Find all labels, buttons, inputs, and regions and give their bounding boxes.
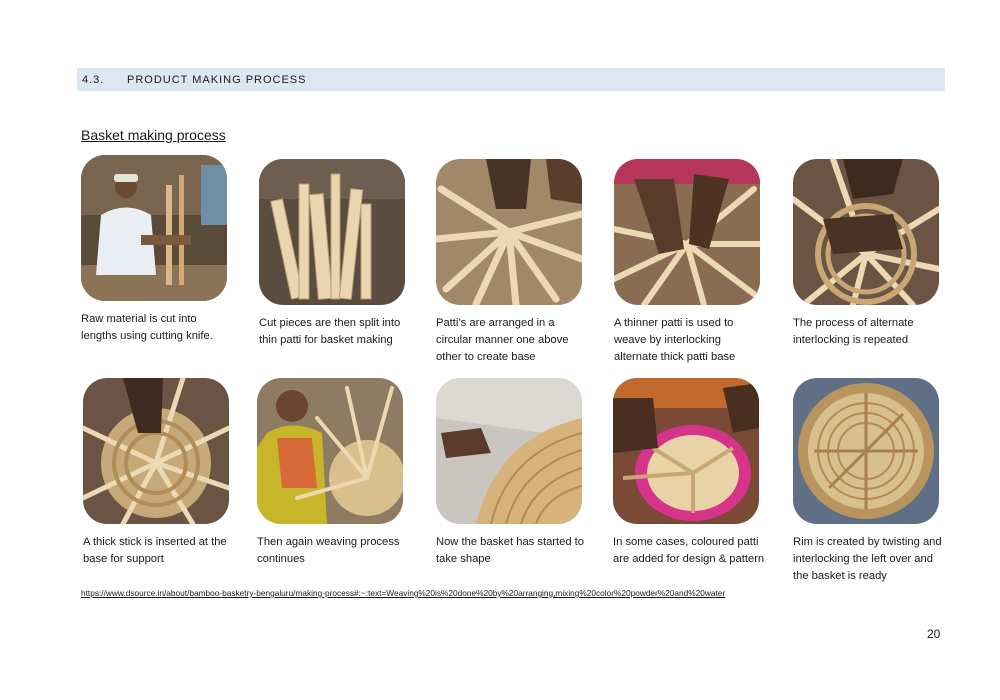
step-8-photo bbox=[436, 378, 582, 524]
step-3-photo bbox=[436, 159, 582, 305]
step-6-photo bbox=[83, 378, 229, 524]
process-step-1: Raw material is cut into lengths using c… bbox=[81, 155, 241, 345]
step-8-caption: Now the basket has started to take shape bbox=[436, 536, 585, 565]
section-title: PRODUCT MAKING PROCESS bbox=[127, 73, 307, 86]
step-5-caption: The process of alternate interlocking is… bbox=[793, 317, 914, 346]
process-subtitle: Basket making process bbox=[81, 127, 226, 143]
process-step-7: Then again weaving process continues bbox=[257, 378, 417, 568]
process-step-6: A thick stick is inserted at the base fo… bbox=[83, 378, 243, 568]
section-number: 4.3. bbox=[82, 73, 105, 86]
step-1-photo bbox=[81, 155, 227, 301]
step-10-photo bbox=[793, 378, 939, 524]
step-2-photo bbox=[259, 159, 405, 305]
step-10-caption: Rim is created by twisting and interlock… bbox=[793, 536, 942, 582]
source-link[interactable]: https://www.dsource.in/about/bamboo-bask… bbox=[81, 588, 725, 598]
step-4-photo bbox=[614, 159, 760, 305]
step-7-caption: Then again weaving process continues bbox=[257, 536, 400, 565]
step-6-caption: A thick stick is inserted at the base fo… bbox=[83, 536, 227, 565]
page-number: 20 bbox=[927, 627, 941, 641]
process-step-4: A thinner patti is used to weave by inte… bbox=[614, 159, 774, 366]
step-9-caption: In some cases, coloured patti are added … bbox=[613, 536, 765, 565]
step-9-photo bbox=[613, 378, 759, 524]
process-step-9: In some cases, coloured patti are added … bbox=[613, 378, 773, 568]
step-3-caption: Patti’s are arranged in a circular manne… bbox=[436, 317, 569, 363]
process-step-2: Cut pieces are then split into thin patt… bbox=[259, 159, 419, 349]
step-2-caption: Cut pieces are then split into thin patt… bbox=[259, 317, 401, 346]
process-step-10: Rim is created by twisting and interlock… bbox=[793, 378, 953, 585]
step-5-photo bbox=[793, 159, 939, 305]
process-step-5: The process of alternate interlocking is… bbox=[793, 159, 953, 349]
process-step-3: Patti’s are arranged in a circular manne… bbox=[436, 159, 596, 366]
process-step-8: Now the basket has started to take shape bbox=[436, 378, 596, 568]
section-header: 4.3. PRODUCT MAKING PROCESS bbox=[77, 68, 945, 91]
step-4-caption: A thinner patti is used to weave by inte… bbox=[614, 317, 736, 363]
step-1-caption: Raw material is cut into lengths using c… bbox=[81, 313, 213, 342]
step-7-photo bbox=[257, 378, 403, 524]
